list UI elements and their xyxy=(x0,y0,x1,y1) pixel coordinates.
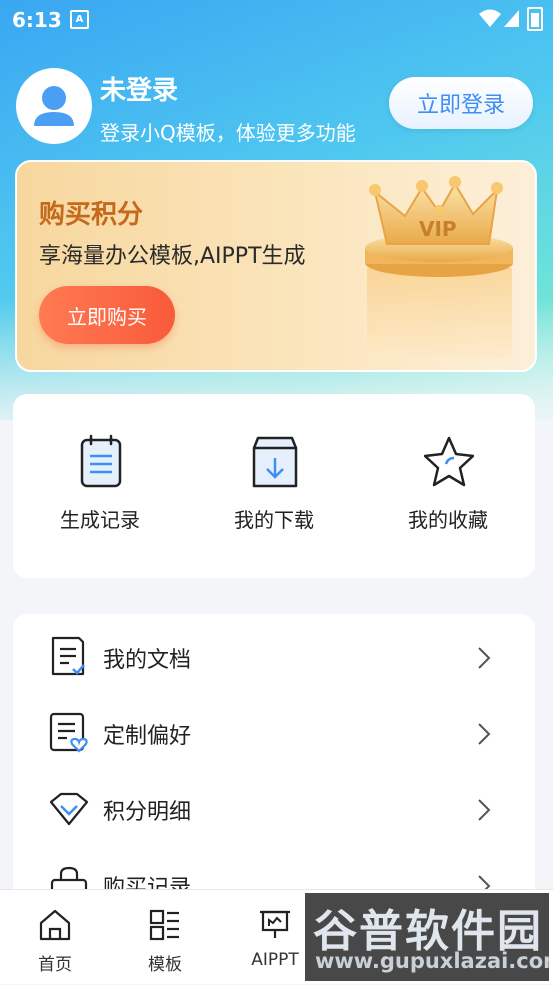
clipboard-icon xyxy=(80,434,122,488)
nav-label: 首页 xyxy=(38,955,72,975)
chevron-right-icon xyxy=(478,799,491,821)
quick-action-label: 我的收藏 xyxy=(408,508,488,532)
buy-points-subtitle: 享海量办公模板,AIPPT生成 xyxy=(39,244,306,269)
menu-item-label: 我的文档 xyxy=(103,648,192,673)
nav-home[interactable]: 首页 xyxy=(0,890,110,985)
download-box-icon xyxy=(252,436,298,488)
quick-action-label: 我的下载 xyxy=(234,508,314,532)
login-button[interactable]: 立即登录 xyxy=(389,77,533,129)
menu-list: 我的文档 定制偏好 积分明细 购买记录 xyxy=(13,614,535,914)
diamond-icon xyxy=(49,792,89,826)
nav-label: 模板 xyxy=(148,955,182,975)
nav-templates[interactable]: 模板 xyxy=(110,890,220,985)
wifi-icon xyxy=(479,9,501,27)
status-time: 6:13 xyxy=(12,8,62,32)
vip-crown-icon: VIP xyxy=(365,176,513,358)
buy-points-title: 购买积分 xyxy=(39,200,144,230)
battery-icon xyxy=(527,7,543,31)
quick-action-favorites[interactable]: 我的收藏 xyxy=(361,394,535,578)
watermark-logo: 谷普软件园 www.gupuxlazai.com xyxy=(305,893,549,981)
buy-now-button[interactable]: 立即购买 xyxy=(39,286,175,344)
menu-item-label: 定制偏好 xyxy=(103,724,192,749)
quick-actions-panel: 生成记录 我的下载 我的收藏 xyxy=(13,394,535,578)
chevron-right-icon xyxy=(478,723,491,745)
vip-badge-text: VIP xyxy=(419,217,457,241)
sim-icon: A xyxy=(70,10,89,29)
document-check-icon xyxy=(51,636,85,676)
user-icon xyxy=(34,86,74,126)
signal-icon xyxy=(504,10,519,27)
template-icon xyxy=(149,909,179,941)
menu-item-points-detail[interactable]: 积分明细 xyxy=(13,770,535,846)
login-status-title[interactable]: 未登录 xyxy=(100,70,178,107)
login-subtitle[interactable]: 登录小Q模板，体验更多功能 xyxy=(100,117,356,146)
chevron-right-icon xyxy=(478,647,491,669)
menu-item-preferences[interactable]: 定制偏好 xyxy=(13,694,535,770)
watermark-url: www.gupuxlazai.com xyxy=(315,949,549,973)
avatar[interactable] xyxy=(16,68,92,144)
quick-action-history[interactable]: 生成记录 xyxy=(13,394,187,578)
menu-item-label: 积分明细 xyxy=(103,800,192,825)
home-icon xyxy=(39,909,71,941)
document-heart-icon xyxy=(49,712,88,753)
buy-points-card[interactable]: 购买积分 享海量办公模板,AIPPT生成 立即购买 VIP xyxy=(15,160,537,372)
menu-item-my-documents[interactable]: 我的文档 xyxy=(13,618,535,694)
status-bar: 6:13 A xyxy=(0,0,553,38)
quick-action-downloads[interactable]: 我的下载 xyxy=(187,394,361,578)
presentation-icon xyxy=(260,910,290,938)
quick-action-label: 生成记录 xyxy=(60,508,140,532)
star-icon xyxy=(424,436,474,487)
